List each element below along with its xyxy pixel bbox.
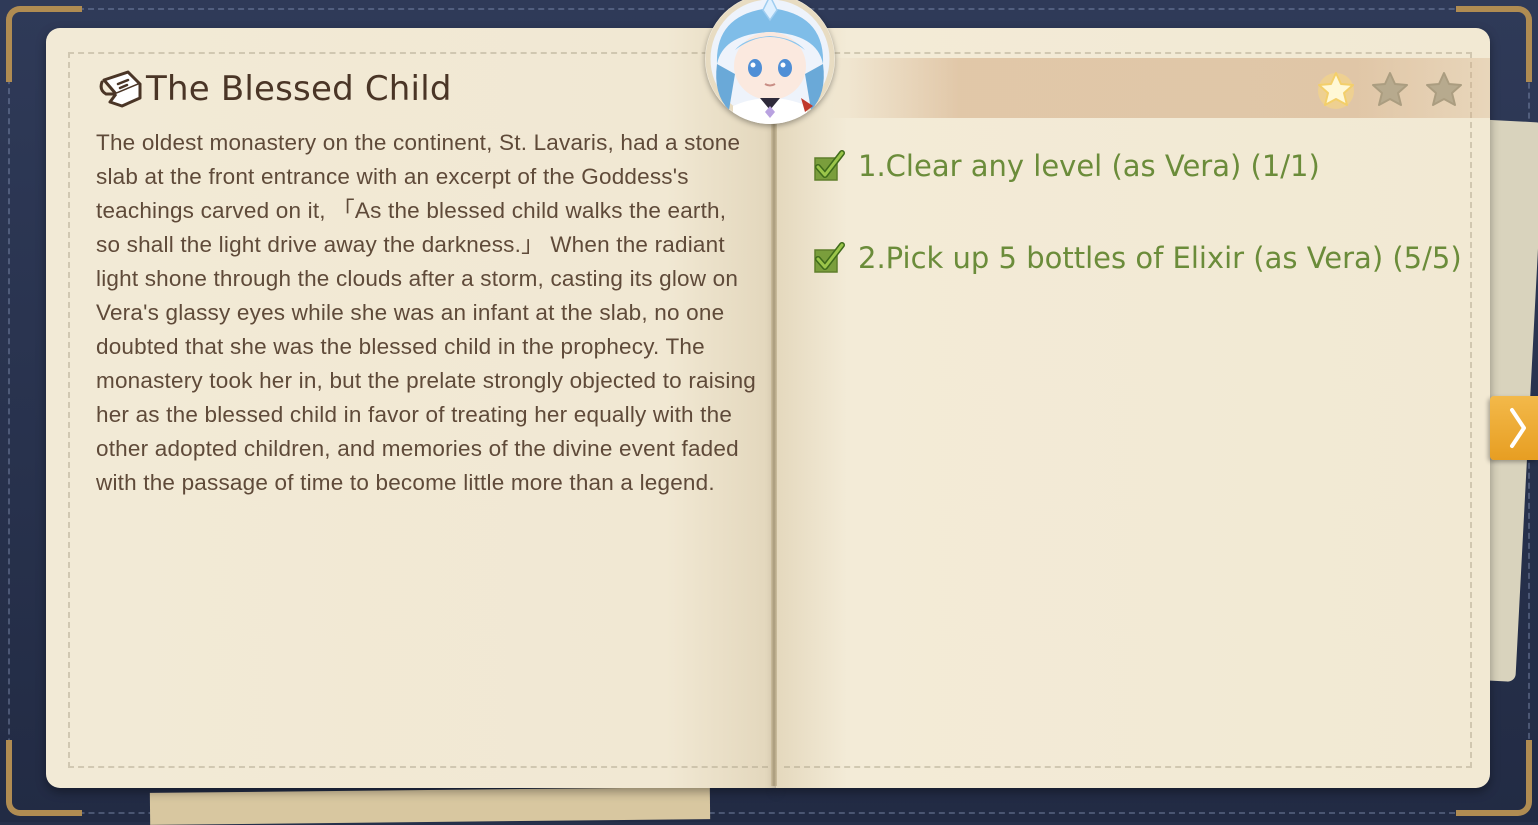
character-portrait bbox=[705, 0, 835, 124]
star-icon-earned bbox=[1314, 68, 1358, 112]
checkmark-icon bbox=[812, 149, 846, 183]
book-spine bbox=[771, 30, 777, 786]
scroll-icon bbox=[98, 68, 144, 110]
checkmark-icon bbox=[812, 241, 846, 275]
star-icon-empty bbox=[1422, 68, 1466, 112]
story-text: The oldest monastery on the continent, S… bbox=[96, 130, 757, 495]
quest-label: 2.Pick up 5 bottles of Elixir (as Vera) … bbox=[858, 241, 1462, 275]
quest-item: 1.Clear any level (as Vera) (1/1) bbox=[812, 140, 1462, 192]
quest-list: 1.Clear any level (as Vera) (1/1) 2.Pick… bbox=[812, 140, 1462, 324]
star-icon-empty bbox=[1368, 68, 1412, 112]
title-row: The Blessed Child bbox=[98, 68, 452, 110]
underlying-page-strip bbox=[149, 787, 711, 825]
quest-item: 2.Pick up 5 bottles of Elixir (as Vera) … bbox=[812, 232, 1462, 284]
chevron-right-icon bbox=[1490, 408, 1538, 464]
star-rating bbox=[1314, 68, 1466, 112]
next-page-button[interactable] bbox=[1490, 396, 1538, 460]
quest-label: 1.Clear any level (as Vera) (1/1) bbox=[858, 149, 1320, 183]
page-title: The Blessed Child bbox=[146, 69, 452, 109]
